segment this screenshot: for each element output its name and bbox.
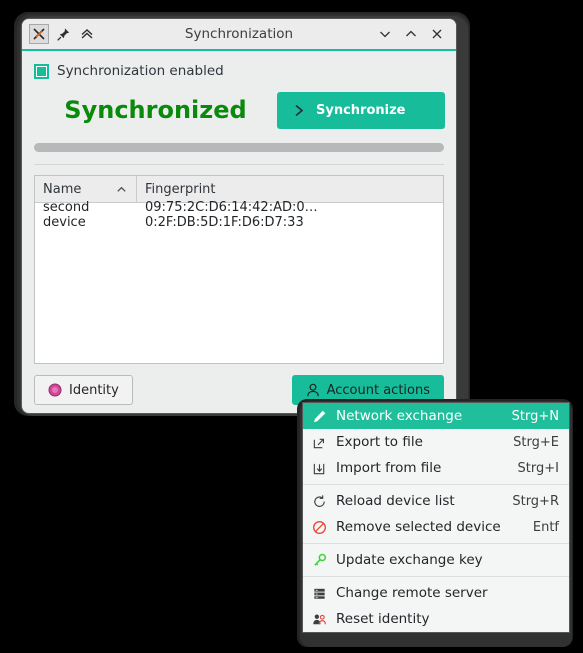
import-icon [312,460,332,476]
menu-item-reload-device-list[interactable]: Reload device list Strg+R [303,488,569,514]
cell-device-fingerprint: 09:75:2C:D6:14:42:AD:0…0:2F:DB:5D:1F:D6:… [145,200,318,230]
table-header-row: Name Fingerprint [35,176,443,203]
menu-item-import-from-file[interactable]: Import from file Strg+I [303,455,569,481]
identity-circle-icon [48,383,62,397]
people-icon [312,611,332,627]
menu-item-change-remote-server[interactable]: Change remote server [303,580,569,606]
menu-item-label: Reset identity [336,611,430,627]
menu-item-label: Update exchange key [336,552,483,568]
minimize-button[interactable] [374,23,396,45]
checkbox-check-fill [37,66,46,76]
titlebar[interactable]: Synchronization [22,19,456,51]
menu-item-reset-identity[interactable]: Reset identity [303,606,569,632]
account-actions-button-label: Account actions [326,382,430,398]
menu-item-accel: Strg+N [511,408,559,424]
pin-button[interactable] [52,23,74,45]
reload-icon [312,493,332,509]
menu-item-label: Network exchange [336,408,463,424]
menu-item-remove-selected-device[interactable]: Remove selected device Entf [303,514,569,540]
sync-status-text: Synchronized [64,96,247,124]
identity-button-label: Identity [69,382,119,398]
sync-enabled-checkbox-row[interactable]: Synchronization enabled [34,63,444,79]
menu-item-label: Remove selected device [336,519,501,535]
sync-progress-bar [34,143,444,152]
app-icon [29,24,49,44]
close-icon [432,29,442,39]
menu-item-label: Reload device list [336,493,455,509]
maximize-button[interactable] [400,23,422,45]
close-button[interactable] [426,23,448,45]
synchronize-button-label: Synchronize [316,102,406,118]
menu-item-accel: Strg+E [513,434,559,450]
menu-separator [303,484,569,485]
menu-item-update-exchange-key[interactable]: Update exchange key [303,547,569,573]
device-table[interactable]: Name Fingerprint second device 09:75:2C:… [34,175,444,364]
cell-device-name: second device [43,200,90,230]
menu-item-accel: Entf [532,519,559,535]
window-body: Synchronization enabled Synchronized Syn… [22,51,456,413]
pin-icon [56,27,69,41]
menu-item-label: Change remote server [336,585,488,601]
column-header-fingerprint[interactable]: Fingerprint [137,176,443,202]
menu-separator [303,576,569,577]
chevron-right-icon [295,104,304,116]
prohibited-icon [312,519,332,535]
synchronization-window: Synchronization Synchronization enabled … [22,19,456,413]
synchronize-button[interactable]: Synchronize [277,91,445,129]
titlebar-left-buttons [22,23,98,45]
server-icon [312,585,332,601]
column-header-name[interactable]: Name [35,176,137,202]
menu-item-network-exchange[interactable]: Network exchange Strg+N [303,403,569,429]
table-row[interactable]: second device 09:75:2C:D6:14:42:AD:0…0:2… [35,200,443,230]
menu-item-accel: Strg+I [517,460,559,476]
app-menu-button[interactable] [28,23,50,45]
menu-item-label: Export to file [336,434,423,450]
chevron-down-icon [380,31,390,38]
export-icon [312,434,332,450]
pen-icon [312,408,332,424]
window-controls [374,23,456,45]
account-actions-menu: Network exchange Strg+N Export to file S… [303,403,569,632]
sync-enabled-label: Synchronization enabled [57,63,224,79]
menu-separator [303,543,569,544]
sync-enabled-checkbox[interactable] [34,63,49,79]
person-icon [306,383,319,396]
identity-button[interactable]: Identity [34,375,133,405]
screen: Synchronization Synchronization enabled … [0,0,583,653]
key-icon [312,552,332,568]
status-row: Synchronized Synchronize [34,91,445,129]
menu-item-label: Import from file [336,460,442,476]
section-divider [34,164,444,165]
column-header-fingerprint-label: Fingerprint [145,181,216,197]
chevron-up-icon [117,186,126,192]
collapse-button[interactable] [76,23,98,45]
table-body: second device 09:75:2C:D6:14:42:AD:0…0:2… [35,200,443,230]
menu-item-accel: Strg+R [512,493,559,509]
double-chevron-up-icon [81,29,93,39]
menu-item-export-to-file[interactable]: Export to file Strg+E [303,429,569,455]
column-header-name-label: Name [43,181,82,197]
chevron-up-icon [406,30,416,37]
